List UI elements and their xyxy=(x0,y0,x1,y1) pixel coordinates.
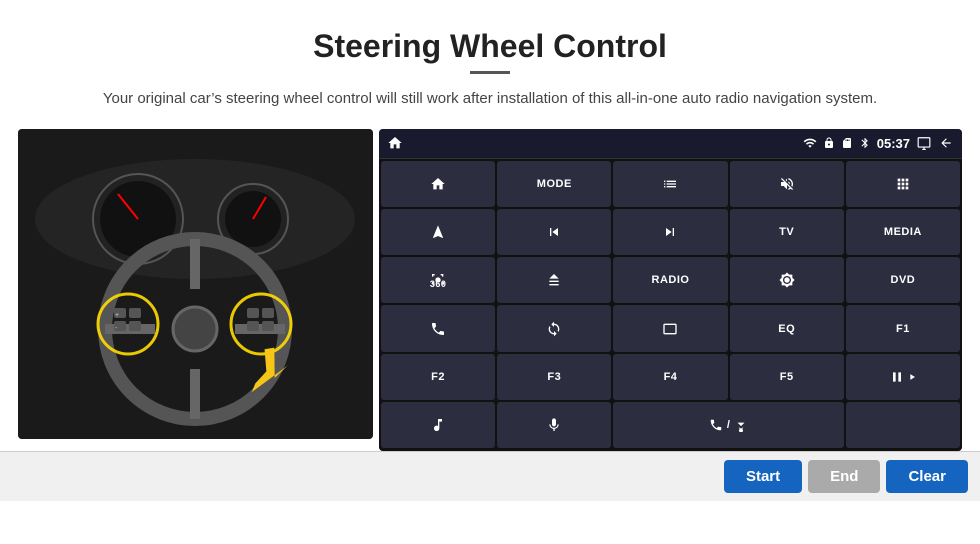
btn-f1[interactable]: F1 xyxy=(846,305,960,351)
btn-navigate[interactable] xyxy=(381,209,495,255)
start-button[interactable]: Start xyxy=(724,460,802,493)
content-area: + - xyxy=(0,129,980,451)
btn-brightness[interactable] xyxy=(730,257,844,303)
sd-icon xyxy=(841,136,853,150)
btn-mute[interactable] xyxy=(730,161,844,207)
car-image: + - xyxy=(18,129,373,439)
btn-eject[interactable] xyxy=(497,257,611,303)
clear-button[interactable]: Clear xyxy=(886,460,968,493)
control-panel: 05:37 MODE xyxy=(379,129,962,451)
bottom-bar: Start End Clear xyxy=(0,451,980,501)
btn-tv[interactable]: TV xyxy=(730,209,844,255)
lock-icon xyxy=(823,136,835,150)
status-bar: 05:37 xyxy=(379,129,962,159)
btn-next[interactable] xyxy=(613,209,727,255)
title-divider xyxy=(470,71,510,74)
btn-media[interactable]: MEDIA xyxy=(846,209,960,255)
btn-prev[interactable] xyxy=(497,209,611,255)
btn-empty1[interactable] xyxy=(846,402,960,448)
btn-music[interactable] xyxy=(381,402,495,448)
btn-f5[interactable]: F5 xyxy=(730,354,844,400)
back-icon xyxy=(938,136,954,150)
btn-360cam[interactable]: 360 xyxy=(381,257,495,303)
btn-f3[interactable]: F3 xyxy=(497,354,611,400)
btn-radio[interactable]: RADIO xyxy=(613,257,727,303)
subtitle: Your original car’s steering wheel contr… xyxy=(0,88,980,129)
svg-text:+: + xyxy=(115,312,119,319)
status-right: 05:37 xyxy=(803,136,954,151)
btn-f2[interactable]: F2 xyxy=(381,354,495,400)
btn-list[interactable] xyxy=(613,161,727,207)
btn-home[interactable] xyxy=(381,161,495,207)
button-grid: MODE TV MEDIA xyxy=(379,159,962,451)
btn-eq[interactable]: EQ xyxy=(730,305,844,351)
btn-f4[interactable]: F4 xyxy=(613,354,727,400)
screen-icon xyxy=(916,136,932,150)
status-left xyxy=(387,135,403,151)
bluetooth-icon xyxy=(859,136,871,150)
page-title: Steering Wheel Control xyxy=(0,0,980,71)
btn-mic[interactable] xyxy=(497,402,611,448)
btn-phone[interactable] xyxy=(381,305,495,351)
btn-phonecall[interactable]: / xyxy=(613,402,843,448)
btn-playpause[interactable] xyxy=(846,354,960,400)
wifi-icon xyxy=(803,136,817,150)
time-display: 05:37 xyxy=(877,136,910,151)
btn-dvd[interactable]: DVD xyxy=(846,257,960,303)
btn-apps[interactable] xyxy=(846,161,960,207)
btn-swirl[interactable] xyxy=(497,305,611,351)
btn-window[interactable] xyxy=(613,305,727,351)
end-button[interactable]: End xyxy=(808,460,880,493)
home-icon xyxy=(387,135,403,151)
btn-mode[interactable]: MODE xyxy=(497,161,611,207)
